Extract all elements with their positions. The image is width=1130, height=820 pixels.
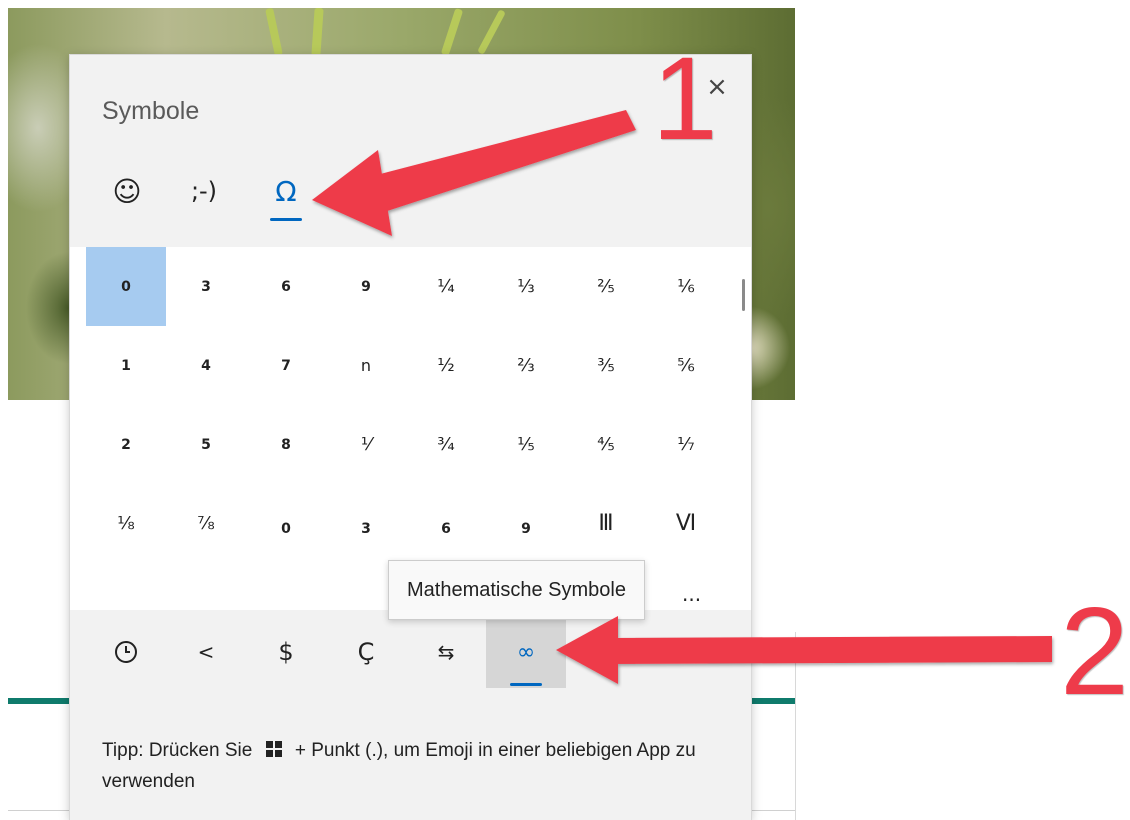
clock-icon — [115, 641, 137, 663]
category-tooltip: Mathematische Symbole — [388, 560, 645, 620]
punctuation-icon: < — [197, 640, 215, 664]
symbol-cell[interactable]: 1 — [86, 326, 166, 405]
symbol-cell[interactable]: 0 — [86, 247, 166, 326]
panel-title: Symbole — [102, 97, 200, 125]
symbol-grid-area: 0 3 6 9 ¼ ⅓ ⅖ ⅙ 1 4 7 n ½ ⅔ ⅗ ⅚ 2 5 8 ⅟ … — [70, 247, 751, 610]
symbol-cell[interactable]: 9 — [486, 484, 566, 563]
annotation-number-1: 1 — [652, 33, 718, 165]
symbol-grid: 0 3 6 9 ¼ ⅓ ⅖ ⅙ 1 4 7 n ½ ⅔ ⅗ ⅚ 2 5 8 ⅟ … — [86, 247, 726, 563]
symbol-cell[interactable]: ⅞ — [166, 484, 246, 563]
category-language[interactable] — [566, 616, 646, 688]
symbol-cell[interactable]: 9 — [326, 247, 406, 326]
category-math[interactable]: ∞ — [486, 616, 566, 688]
symbol-cell[interactable]: ⅐ — [646, 405, 726, 484]
symbol-cell[interactable]: 8 — [246, 405, 326, 484]
symbol-cell[interactable]: n — [326, 326, 406, 405]
annotation-number-2: 2 — [1060, 583, 1129, 721]
category-recent[interactable] — [86, 616, 166, 688]
symbol-cell[interactable]: ½ — [406, 326, 486, 405]
symbol-cell[interactable]: ⅓ — [486, 247, 566, 326]
arrows-icon: ⇆ — [437, 640, 455, 664]
panel-tabs: ☺ ;-) Ω — [90, 159, 328, 223]
omega-icon: Ω — [275, 174, 297, 208]
tip-text: Tipp: Drücken Sie + Punkt (.), um Emoji … — [102, 735, 702, 797]
symbol-cell[interactable]: 3 — [326, 484, 406, 563]
symbol-cell[interactable]: Ⅵ — [646, 484, 726, 563]
symbol-cell[interactable]: ⅟ — [326, 405, 406, 484]
symbol-cell[interactable]: ⅕ — [486, 405, 566, 484]
symbol-cell[interactable]: 0 — [246, 484, 326, 563]
tab-symbols[interactable]: Ω — [244, 159, 328, 223]
background-divider — [795, 632, 796, 820]
symbol-cell[interactable]: 4 — [166, 326, 246, 405]
category-row: < $ Ç ⇆ ∞ — [86, 610, 646, 688]
symbol-cell[interactable]: ⅖ — [566, 247, 646, 326]
tooltip-text: Mathematische Symbole — [407, 578, 626, 601]
infinity-icon: ∞ — [516, 639, 536, 665]
tooltip-overflow: ... — [682, 582, 702, 606]
symbol-cell[interactable]: ¼ — [406, 247, 486, 326]
currency-icon: $ — [278, 638, 294, 666]
category-punctuation[interactable]: < — [166, 616, 246, 688]
tip-prefix: Tipp: Drücken Sie — [102, 740, 253, 761]
language-icon — [596, 649, 616, 657]
grid-scrollbar[interactable] — [742, 279, 745, 311]
symbol-cell[interactable]: ⅗ — [566, 326, 646, 405]
symbol-cell[interactable]: 7 — [246, 326, 326, 405]
symbol-cell[interactable]: ⅚ — [646, 326, 726, 405]
kaomoji-icon: ;-) — [190, 177, 218, 205]
category-latin[interactable]: Ç — [326, 616, 406, 688]
tab-kaomoji[interactable]: ;-) — [164, 159, 244, 223]
windows-logo-icon — [265, 740, 282, 757]
category-bar: < $ Ç ⇆ ∞ — [70, 610, 751, 697]
tab-emoji[interactable]: ☺ — [90, 159, 164, 223]
symbol-cell[interactable]: ⅙ — [646, 247, 726, 326]
symbol-cell[interactable]: Ⅲ — [566, 484, 646, 563]
symbol-cell[interactable]: ⅘ — [566, 405, 646, 484]
latin-icon: Ç — [357, 638, 375, 666]
symbol-cell[interactable]: 5 — [166, 405, 246, 484]
symbol-cell[interactable]: 2 — [86, 405, 166, 484]
symbol-cell[interactable]: 6 — [246, 247, 326, 326]
smiley-icon: ☺ — [112, 174, 142, 208]
emoji-panel: Symbole × ☺ ;-) Ω 0 3 6 9 ¼ ⅓ ⅖ ⅙ 1 4 7 … — [70, 55, 751, 820]
symbol-cell[interactable]: ⅔ — [486, 326, 566, 405]
category-arrows[interactable]: ⇆ — [406, 616, 486, 688]
symbol-cell[interactable]: ⅛ — [86, 484, 166, 563]
symbol-cell[interactable]: 3 — [166, 247, 246, 326]
symbol-cell[interactable]: 6 — [406, 484, 486, 563]
category-currency[interactable]: $ — [246, 616, 326, 688]
symbol-cell[interactable]: ¾ — [406, 405, 486, 484]
